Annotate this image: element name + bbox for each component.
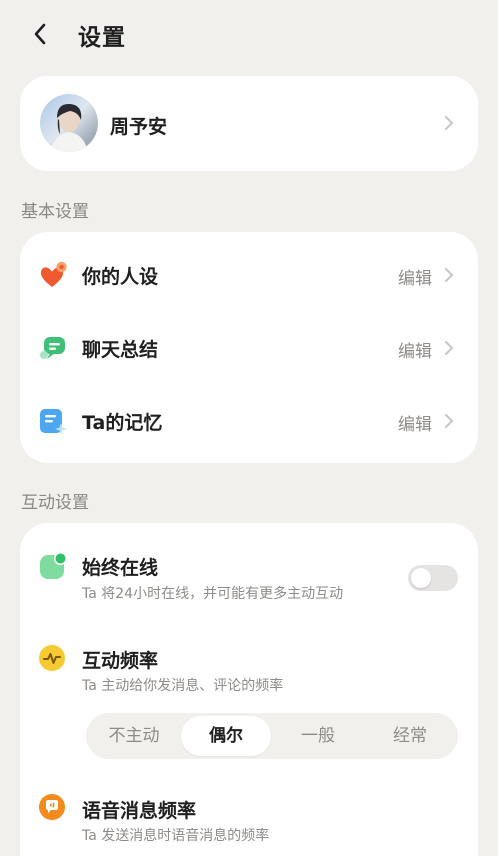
back-button[interactable] (26, 20, 54, 48)
frequency-desc: Ta 主动给你发消息、评论的频率 (82, 678, 284, 694)
voice-message-icon (39, 794, 65, 820)
row-persona[interactable]: 你的人设 编辑 (20, 240, 478, 310)
profile-card[interactable]: 周予安 (20, 76, 478, 171)
interact-settings-card: 始终在线 Ta 将24小时在线，并可能有更多主动互动 互动频率 Ta 主动给你发… (20, 523, 478, 856)
always-online-title: 始终在线 (82, 557, 159, 579)
row-ta-memory[interactable]: Ta的记忆 编辑 (20, 386, 478, 456)
edit-link[interactable]: 编辑 (398, 264, 432, 289)
header-bar: 设置 (0, 0, 498, 70)
row-chat-summary[interactable]: 聊天总结 编辑 (20, 313, 478, 383)
frequency-title: 互动频率 (82, 650, 159, 672)
voice-frequency-title: 语音消息频率 (82, 800, 197, 822)
frequency-option-none[interactable]: 不主动 (89, 716, 179, 756)
page-title: 设置 (78, 25, 126, 51)
frequency-option-normal[interactable]: 一般 (273, 716, 363, 756)
chevron-right-icon (445, 414, 453, 428)
online-status-icon (40, 552, 67, 579)
profile-name: 周予安 (110, 116, 168, 138)
heart-flower-icon (40, 261, 67, 287)
toggle-knob (411, 568, 431, 588)
chevron-right-icon (445, 341, 453, 355)
row-label: Ta的记忆 (82, 412, 163, 434)
pulse-frequency-icon (39, 645, 65, 671)
frequency-segmented-control: 不主动 偶尔 一般 经常 (86, 713, 458, 759)
row-label: 你的人设 (82, 266, 159, 288)
voice-frequency-desc: Ta 发送消息时语音消息的频率 (82, 828, 270, 844)
chevron-left-icon (34, 23, 46, 45)
avatar (40, 94, 98, 152)
basic-settings-card: 你的人设 编辑 聊天总结 编辑 Ta的记忆 编辑 (20, 232, 478, 463)
chevron-right-icon (445, 116, 453, 130)
row-label: 聊天总结 (82, 339, 159, 361)
edit-link[interactable]: 编辑 (398, 337, 432, 362)
section-label-interact: 互动设置 (21, 493, 89, 513)
memory-note-icon (40, 409, 67, 435)
frequency-option-occasional[interactable]: 偶尔 (181, 716, 271, 756)
always-online-desc: Ta 将24小时在线，并可能有更多主动互动 (82, 586, 344, 602)
edit-link[interactable]: 编辑 (398, 410, 432, 435)
always-online-toggle[interactable] (408, 565, 458, 591)
section-label-basic: 基本设置 (21, 202, 89, 222)
chat-bubble-icon (40, 337, 65, 359)
frequency-option-often[interactable]: 经常 (365, 716, 455, 756)
chevron-right-icon (445, 268, 453, 282)
